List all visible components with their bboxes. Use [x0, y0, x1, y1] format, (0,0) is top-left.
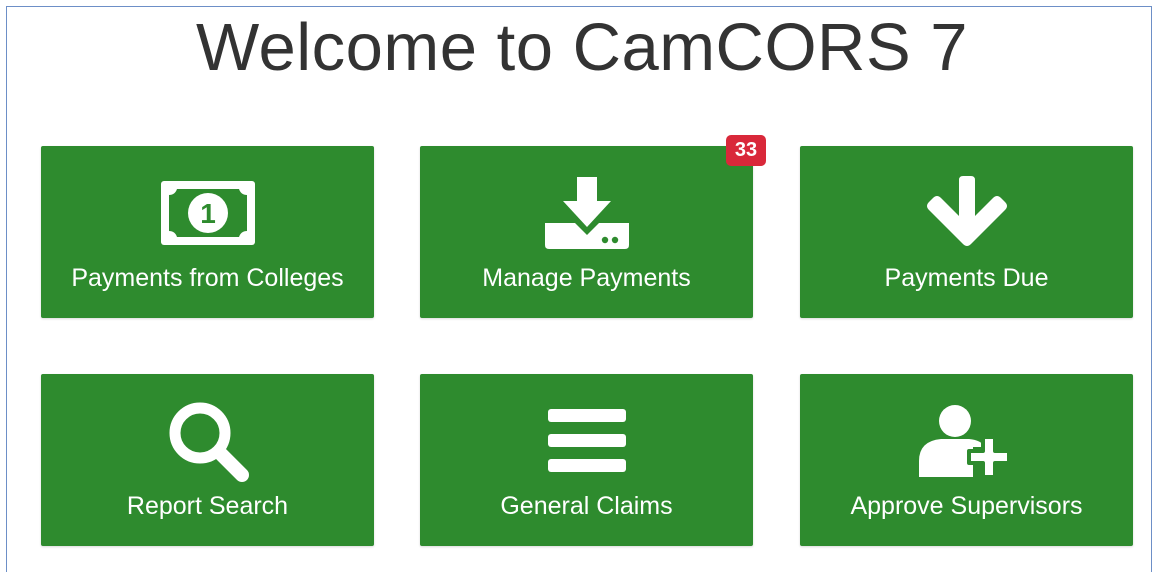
menu-lines-icon	[420, 396, 753, 486]
download-drive-icon	[420, 168, 753, 258]
report-search-tile[interactable]: Report Search	[41, 374, 374, 546]
arrow-down-icon	[800, 168, 1133, 258]
payments-from-colleges-tile[interactable]: 1 Payments from Colleges	[41, 146, 374, 318]
money-icon: 1	[41, 168, 374, 258]
approve-supervisors-tile[interactable]: Approve Supervisors	[800, 374, 1133, 546]
tile-label: Report Search	[126, 492, 289, 520]
svg-text:1: 1	[200, 198, 216, 229]
tile-label: Payments from Colleges	[71, 264, 344, 292]
add-user-icon	[800, 396, 1133, 486]
tile-label: General Claims	[500, 492, 673, 520]
tile-label: Approve Supervisors	[850, 492, 1083, 520]
payments-due-tile[interactable]: Payments Due	[800, 146, 1133, 318]
manage-payments-tile[interactable]: Manage Payments	[420, 146, 753, 318]
general-claims-tile[interactable]: General Claims	[420, 374, 753, 546]
tile-label: Payments Due	[884, 264, 1049, 292]
page-title: Welcome to CamCORS 7	[195, 10, 969, 85]
tile-label: Manage Payments	[482, 264, 691, 292]
search-icon	[41, 396, 374, 486]
notification-badge: 33	[726, 135, 766, 166]
